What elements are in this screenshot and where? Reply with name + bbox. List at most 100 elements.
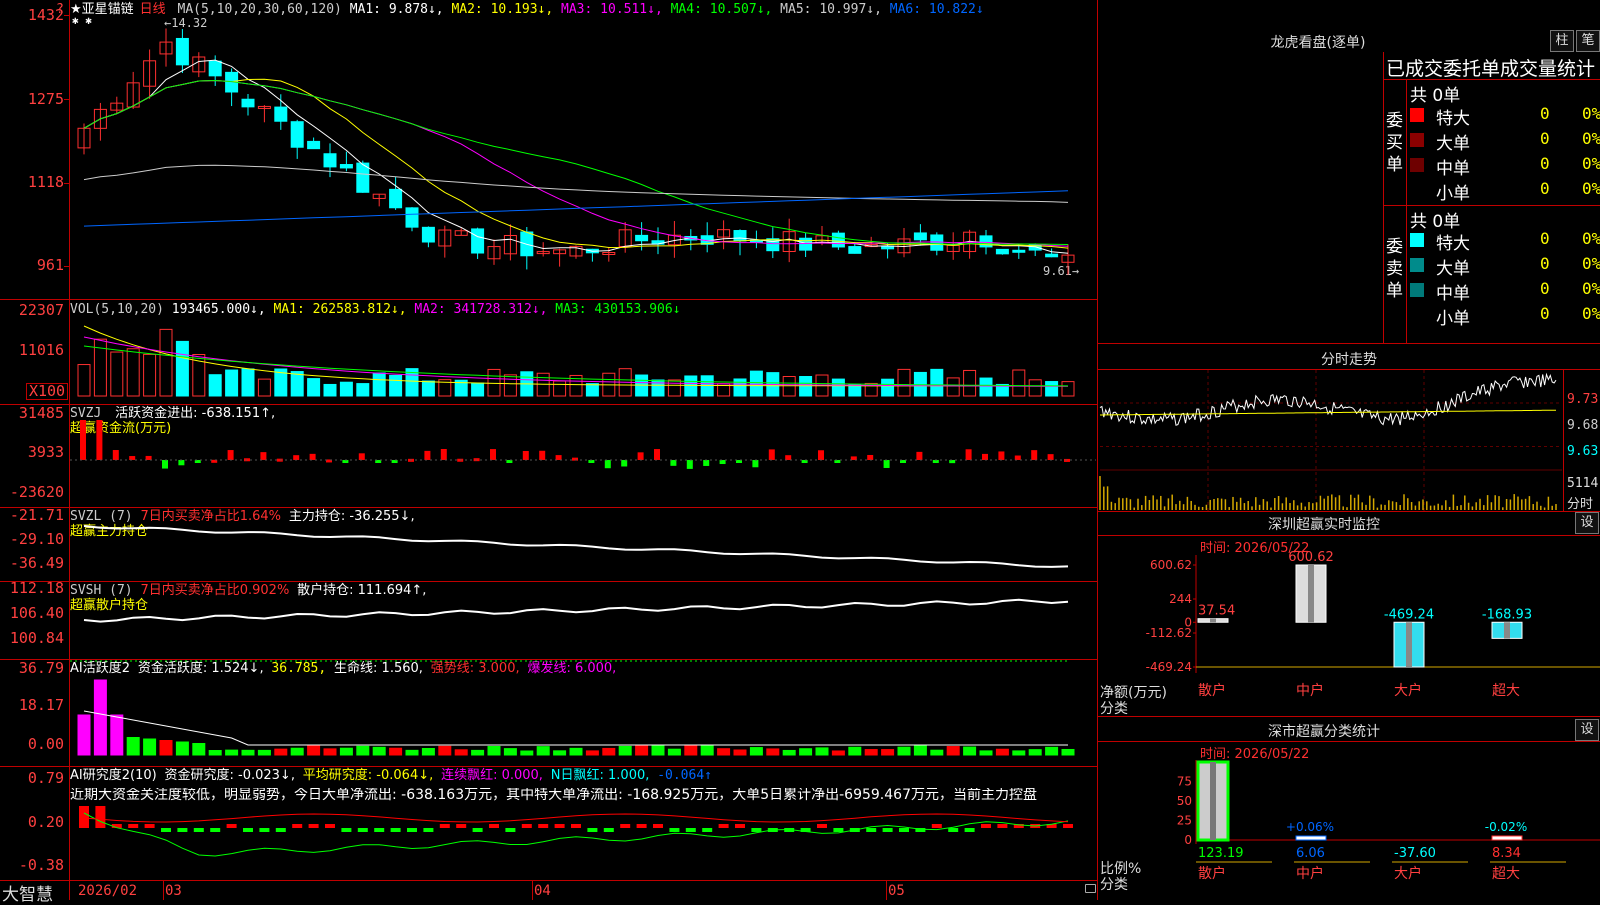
classify-settings-button[interactable]: 设: [1575, 719, 1599, 741]
ai2-bar: [177, 828, 188, 832]
svzj-bar: [867, 454, 874, 460]
svzj-axis-label: 3933: [27, 443, 64, 461]
ai2-bar: [161, 828, 171, 832]
classify-pct-label: -0.02%: [1485, 820, 1527, 834]
classify-category-label: 中户: [1296, 865, 1324, 882]
intraday-chart[interactable]: [1099, 370, 1562, 512]
volume-bar: [225, 369, 239, 397]
longhu-header: 已成交委托单成交量统计: [1386, 58, 1596, 80]
ai2-bar: [751, 828, 762, 832]
ai1-bar: [881, 749, 895, 756]
svzj-bar: [768, 449, 775, 460]
svsh-line-chart[interactable]: [70, 582, 1096, 658]
monitor-category-label: 散户: [1198, 682, 1226, 699]
candle-body: [241, 98, 255, 108]
ai2-bar: [718, 824, 729, 828]
ai-activity-chart[interactable]: [70, 660, 1096, 759]
ai-research-chart[interactable]: [70, 806, 1096, 876]
ai2-bar: [439, 824, 450, 828]
classify-cat-label: 分类: [1100, 877, 1128, 893]
monitor-ytick: 244: [1169, 592, 1192, 606]
svzj-bar: [490, 449, 496, 460]
ai1-bar: [749, 747, 763, 756]
monitor-ytick: -112.62: [1146, 626, 1192, 640]
svzl-line-chart[interactable]: [70, 508, 1096, 580]
longhu-border: [1406, 80, 1407, 343]
candlestick-chart[interactable]: [70, 20, 1096, 280]
ai2-bar: [407, 828, 417, 832]
longhu-row-count: 0: [1540, 229, 1550, 248]
price-axis-label: 1432: [27, 6, 64, 24]
volume-bar: [897, 368, 911, 397]
volume-bar: [323, 383, 337, 397]
ai1-bar: [339, 747, 353, 756]
brand-label: 大智慧: [2, 885, 53, 905]
svzj-bar: [424, 450, 431, 460]
ai2-bar: [636, 824, 647, 828]
monitor-bar-chart[interactable]: 600.622440-112.62-469.2437.54散户600.62中户-…: [1098, 550, 1600, 705]
svzj-bar: [637, 452, 644, 460]
period-label[interactable]: 日线: [140, 2, 166, 17]
ai2-bar: [685, 828, 696, 832]
volume-bar: [1028, 379, 1042, 397]
ai1-bar: [290, 747, 304, 756]
longhu-border: [1383, 79, 1600, 80]
svzj-bar: [686, 460, 693, 469]
monitor-ytick: 600.62: [1150, 558, 1192, 572]
ai1-bar: [307, 745, 321, 756]
longhu-row-name: 大单: [1436, 134, 1470, 154]
ai2-bar: [243, 828, 253, 832]
ai2-t3: 连续飘红: 0.000,: [441, 768, 543, 783]
ai2-bar: [275, 828, 286, 832]
price-axis-label: 1118: [27, 173, 64, 191]
volume-bar: [175, 340, 189, 397]
longhu-row-count: 0: [1540, 104, 1550, 123]
ai1-bar: [848, 746, 862, 756]
ai2-bar: [79, 806, 89, 828]
lock-icon[interactable]: [1085, 884, 1096, 893]
ai1-bar: [389, 747, 403, 756]
longhu-row: 小单 0 0%: [1410, 304, 1600, 329]
ai1-bar: [159, 740, 173, 756]
svzj-bar: [162, 460, 168, 469]
date-tick-label: 2026/02: [78, 883, 138, 899]
ai2-bar: [423, 828, 434, 832]
svzj-bar: [998, 451, 1005, 460]
svzl-axis-label: -21.71: [9, 506, 64, 524]
volume-bar: [930, 368, 944, 397]
candle-body: [389, 188, 403, 209]
classify-ytick: 0: [1184, 833, 1192, 847]
longhu-row-name: 特大: [1436, 109, 1470, 129]
ai2-bar: [292, 824, 303, 828]
classify-ytick: 75: [1177, 775, 1192, 789]
svzj-bar-chart[interactable]: [70, 405, 1096, 505]
pen-mode-button[interactable]: 笔: [1576, 30, 1600, 52]
svsh-axis-label: 100.84: [9, 629, 64, 647]
volume-chart[interactable]: [70, 316, 1096, 398]
longhu-color-swatch: [1410, 258, 1424, 272]
volume-bar: [963, 369, 977, 397]
ai2-t5: -0.064↑: [657, 768, 712, 783]
volume-bar: [749, 370, 763, 397]
panel-divider: [1098, 511, 1600, 512]
bar-mode-button[interactable]: 柱: [1550, 30, 1574, 52]
monitor-bar-shade: [1308, 565, 1314, 623]
volume-bar: [208, 374, 222, 397]
ai2-legend: AI研究度2(10) 资金研究度: -0.023↓, 平均研究度: -0.064…: [70, 768, 712, 783]
ai1-axis-label: 0.00: [27, 735, 64, 753]
candle-body: [995, 248, 1009, 255]
candle-body: [1045, 253, 1059, 258]
ai2-bar: [210, 828, 221, 832]
ai2-bar: [833, 828, 844, 832]
monitor-category-label: 中户: [1296, 682, 1324, 699]
svzj-bar: [96, 420, 103, 460]
classify-bar-chart[interactable]: 75 50 25 0 123.19 散户 +0.06% 6.06 中户 -37.60 大户 -0.02…: [1098, 760, 1600, 900]
intraday-price-line: [1099, 372, 1557, 426]
ai1-bar: [536, 746, 550, 756]
candle-body: [930, 234, 944, 251]
ma-line: [83, 190, 1069, 227]
ai1-bar: [175, 741, 189, 756]
monitor-settings-button[interactable]: 设: [1575, 512, 1599, 534]
vol-unit-button[interactable]: X100: [26, 383, 68, 400]
ai1-bar: [77, 714, 91, 756]
